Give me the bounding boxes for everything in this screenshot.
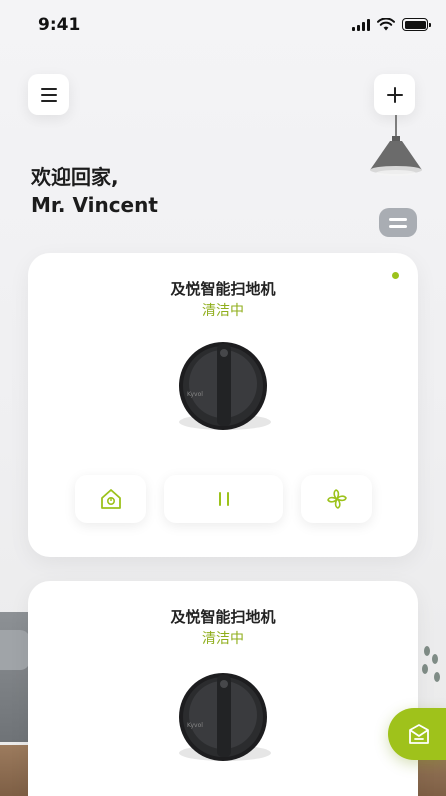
device-title: 及悦智能扫地机 — [170, 280, 276, 298]
menu-icon — [40, 87, 57, 102]
pause-button[interactable] — [164, 475, 283, 523]
return-home-button[interactable] — [75, 475, 146, 523]
add-device-button[interactable] — [374, 74, 415, 115]
menu-button[interactable] — [28, 74, 69, 115]
greeting-user-name: Mr. Vincent — [31, 193, 158, 217]
device-card[interactable]: 及悦智能扫地机 清洁中 Kyvol — [28, 581, 418, 796]
background-cushion — [0, 630, 30, 670]
fan-icon — [326, 489, 347, 509]
home-icon — [100, 489, 121, 509]
robot-brand-logo: Kyvol — [187, 391, 203, 398]
device-status: 清洁中 — [202, 303, 244, 319]
robot-brand-logo: Kyvol — [187, 722, 203, 729]
inbox-icon — [409, 724, 429, 744]
device-controls — [75, 475, 372, 523]
messages-fab-button[interactable] — [388, 708, 446, 760]
status-bar: 9:41 — [0, 0, 446, 54]
status-time: 9:41 — [38, 15, 81, 35]
device-status: 清洁中 — [202, 631, 244, 647]
greeting-line-1: 欢迎回家, — [31, 165, 119, 189]
wifi-icon — [377, 18, 395, 31]
cellular-signal-icon — [352, 18, 370, 31]
robot-vacuum-image: Kyvol — [179, 673, 271, 761]
pause-icon — [218, 492, 229, 506]
battery-icon — [402, 18, 431, 31]
device-title: 及悦智能扫地机 — [170, 608, 276, 626]
suction-mode-button[interactable] — [301, 475, 372, 523]
view-toggle-button[interactable] — [379, 208, 417, 237]
robot-vacuum-image: Kyvol — [179, 342, 271, 430]
status-icons — [352, 18, 431, 31]
lamp-cord — [395, 115, 397, 137]
background-plant — [418, 640, 446, 700]
pendant-lamp-icon — [370, 136, 422, 176]
device-card[interactable]: 及悦智能扫地机 清洁中 Kyvol — [28, 253, 418, 557]
plus-icon — [386, 86, 403, 103]
greeting: 欢迎回家, Mr. Vincent — [31, 163, 158, 219]
